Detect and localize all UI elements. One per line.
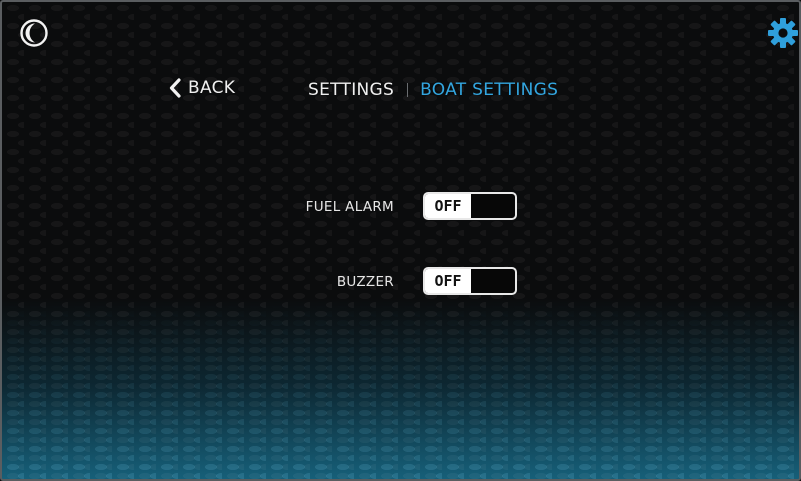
- fuel-alarm-toggle[interactable]: OFF: [423, 192, 517, 220]
- boat-settings-screen: BACK SETTINGS BOAT SETTINGS FUEL ALARM O…: [0, 0, 801, 481]
- settings-gear-button[interactable]: [767, 17, 799, 49]
- fuel-alarm-label: FUEL ALARM: [305, 199, 394, 215]
- breadcrumb-settings[interactable]: SETTINGS: [308, 80, 394, 100]
- breadcrumb: SETTINGS BOAT SETTINGS: [308, 80, 558, 100]
- back-button[interactable]: BACK: [168, 74, 235, 102]
- fuel-alarm-toggle-state: OFF: [425, 194, 471, 218]
- buzzer-toggle-state: OFF: [425, 269, 471, 293]
- breadcrumb-separator: [407, 83, 409, 97]
- breadcrumb-boat-settings: BOAT SETTINGS: [420, 80, 559, 100]
- background-glow: [2, 299, 799, 479]
- chevron-left-icon: [169, 78, 181, 98]
- gear-icon: [768, 18, 798, 48]
- buzzer-label: BUZZER: [336, 274, 394, 290]
- buzzer-toggle[interactable]: OFF: [423, 267, 517, 295]
- background-texture: [2, 2, 799, 479]
- moon-icon: [20, 19, 48, 47]
- back-label: BACK: [188, 78, 236, 98]
- night-mode-button[interactable]: [19, 18, 49, 48]
